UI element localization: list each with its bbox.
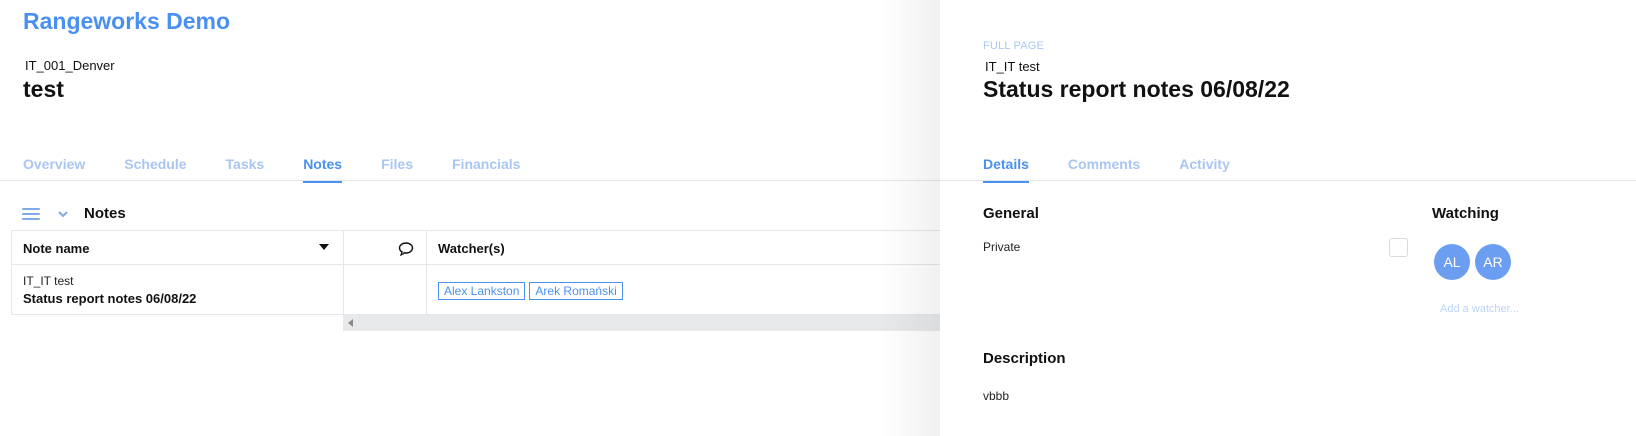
project-code: IT_001_Denver — [25, 58, 115, 73]
detail-tabs-divider — [940, 180, 1636, 181]
cell-note-name: IT_IT test Status report notes 06/08/22 — [12, 265, 344, 314]
cell-watchers: Alex Lankston Arek Romański — [427, 265, 940, 314]
add-watcher-input[interactable]: Add a watcher... — [1440, 303, 1519, 315]
tab-schedule[interactable]: Schedule — [124, 156, 186, 183]
panel-project-name: IT_IT test — [985, 59, 1040, 74]
column-note-name[interactable]: Note name — [12, 231, 344, 264]
tab-comments[interactable]: Comments — [1068, 156, 1140, 183]
chevron-down-icon[interactable] — [58, 209, 68, 219]
column-watchers[interactable]: Watcher(s) — [427, 231, 940, 264]
tab-activity[interactable]: Activity — [1179, 156, 1230, 183]
row-project-name: IT_IT test — [23, 274, 74, 288]
project-page: Rangeworks Demo IT_001_Denver test Overv… — [0, 0, 940, 436]
detail-tabs: Details Comments Activity — [983, 156, 1269, 183]
row-note-title[interactable]: Status report notes 06/08/22 — [23, 291, 196, 306]
note-detail-panel: FULL PAGE IT_IT test Status report notes… — [940, 0, 1636, 436]
private-checkbox[interactable] — [1389, 238, 1408, 257]
panel-shadow — [880, 0, 940, 436]
notes-table: Note name Watcher(s) IT_IT test Status r… — [11, 230, 940, 315]
watching-heading: Watching — [1432, 205, 1499, 222]
project-name: test — [23, 76, 64, 102]
app-title[interactable]: Rangeworks Demo — [23, 8, 230, 35]
table-row[interactable]: IT_IT test Status report notes 06/08/22 … — [11, 265, 940, 315]
full-page-link[interactable]: FULL PAGE — [983, 40, 1044, 52]
tab-overview[interactable]: Overview — [23, 156, 85, 183]
private-label: Private — [983, 240, 1021, 254]
column-label-note-name: Note name — [23, 241, 90, 256]
tab-tasks[interactable]: Tasks — [226, 156, 265, 183]
tab-details[interactable]: Details — [983, 156, 1029, 183]
tab-files[interactable]: Files — [381, 156, 413, 183]
table-header: Note name Watcher(s) — [11, 230, 940, 265]
project-tabs: Overview Schedule Tasks Notes Files Fina… — [23, 156, 559, 183]
avatar[interactable]: AR — [1475, 244, 1511, 280]
hamburger-icon[interactable] — [22, 207, 40, 220]
avatar[interactable]: AL — [1434, 244, 1470, 280]
notes-header: Notes — [22, 205, 126, 222]
description-text[interactable]: vbbb — [983, 389, 1009, 403]
column-label-watchers: Watcher(s) — [438, 241, 505, 256]
column-comments — [344, 231, 427, 264]
sort-caret-icon[interactable] — [319, 244, 329, 250]
general-heading: General — [983, 205, 1039, 222]
comment-icon — [398, 242, 414, 256]
watcher-chips: Alex Lankston Arek Romański — [438, 282, 627, 300]
horizontal-scrollbar[interactable] — [343, 315, 940, 331]
notes-title: Notes — [84, 205, 126, 222]
description-heading: Description — [983, 350, 1066, 367]
scroll-left-icon[interactable] — [348, 319, 353, 327]
cell-comments — [344, 265, 427, 314]
tabs-divider — [0, 180, 940, 181]
tab-notes[interactable]: Notes — [303, 156, 343, 183]
watcher-chip[interactable]: Alex Lankston — [438, 282, 526, 300]
panel-title: Status report notes 06/08/22 — [983, 76, 1290, 102]
tab-financials[interactable]: Financials — [452, 156, 520, 183]
watcher-chip[interactable]: Arek Romański — [529, 282, 623, 300]
